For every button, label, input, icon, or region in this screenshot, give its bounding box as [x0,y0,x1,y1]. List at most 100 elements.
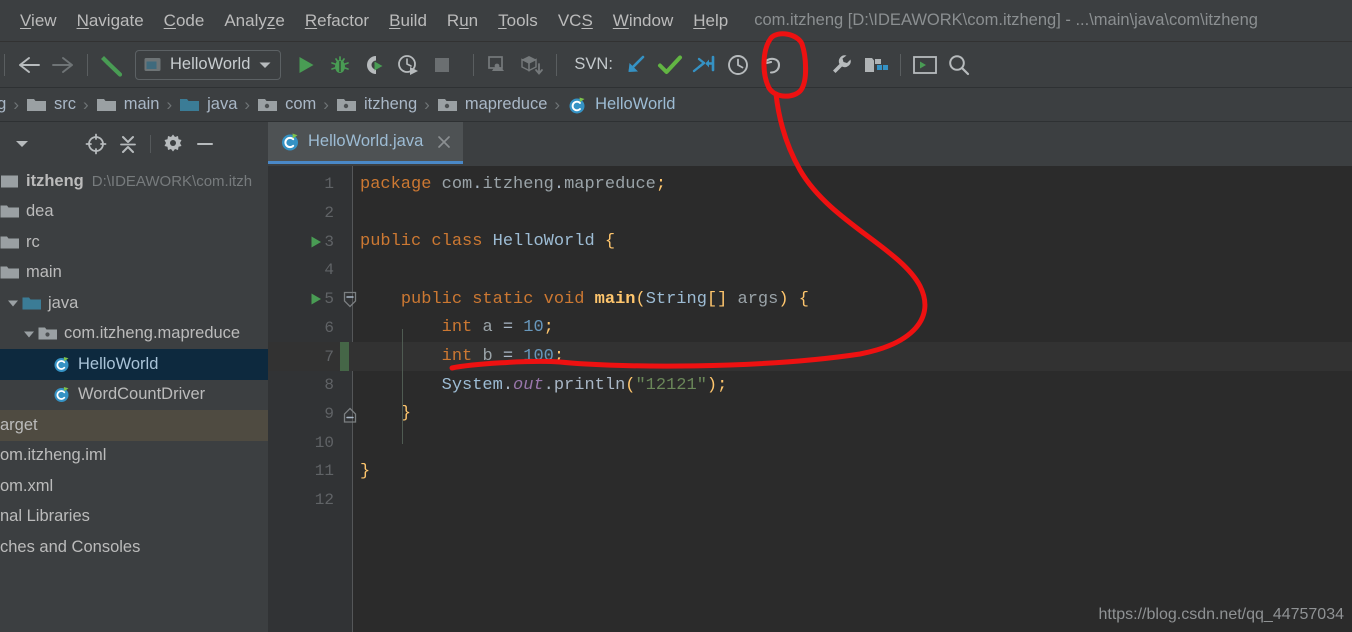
tree-node-dea[interactable]: dea [0,197,268,228]
tree-node-com-itzheng-mapreduce[interactable]: com.itzheng.mapreduce [0,319,268,350]
fold-region-start-icon[interactable] [342,291,362,307]
terminal-button[interactable] [908,48,942,82]
collapse-all-button[interactable] [112,129,144,159]
breadcrumb-item-main[interactable]: main [94,95,162,114]
build-project-button[interactable] [95,48,129,82]
code-editor[interactable]: 1package com.itzheng.mapreduce;23public … [268,166,1352,632]
vcs-change-marker[interactable] [340,342,349,371]
menu-item-run[interactable]: Run [437,8,488,34]
code-line[interactable]: 8 System.out.println("12121"); [268,371,1352,400]
debug-button[interactable] [323,48,357,82]
breadcrumb-item-mapreduce[interactable]: mapreduce [435,95,550,114]
tree-expanded-arrow-icon[interactable] [22,328,36,340]
tree-expand-arrow[interactable] [4,297,22,309]
svn-rollback-undo-icon [760,53,784,77]
gutter-run-icon[interactable] [308,234,324,250]
code-line[interactable]: 3public class HelloWorld { [268,227,1352,256]
menu-item-code[interactable]: Code [154,8,215,34]
tree-node-ches-and-consoles[interactable]: ches and Consoles [0,532,268,563]
breadcrumb-item-label: mapreduce [465,95,548,114]
menu-item-tools[interactable]: Tools [488,8,548,34]
code-line[interactable]: 6 int a = 10; [268,314,1352,343]
breadcrumb-item-src[interactable]: src [24,95,78,114]
project-structure-button[interactable] [859,48,893,82]
run-with-coverage-button[interactable] [357,48,391,82]
tree-node-om-itzheng-iml[interactable]: om.itzheng.iml [0,441,268,472]
settings-button[interactable] [825,48,859,82]
tree-node-java[interactable]: java [0,288,268,319]
line-number: 1 [268,175,334,193]
tree-node-icon [0,264,20,282]
source-root-folder-icon [179,96,201,114]
project-tree[interactable]: itzhengD:\IDEAWORK\com.itzhdea rc mainjava… [0,166,268,632]
code-line[interactable]: 2 [268,199,1352,228]
menu-item-window[interactable]: Window [603,8,683,34]
code-line[interactable]: 5 public static void main(String[] args)… [268,285,1352,314]
stop-button[interactable] [425,48,459,82]
svn-rollback-button[interactable] [755,48,789,82]
run-button[interactable] [289,48,323,82]
tree-node-nal-libraries[interactable]: nal Libraries [0,502,268,533]
menu-item-build[interactable]: Build [379,8,437,34]
search-everywhere-button[interactable] [942,48,976,82]
code-line[interactable]: 4 [268,256,1352,285]
tree-expand-arrow[interactable] [20,328,38,340]
tree-node-icon [0,203,20,221]
svn-history-button[interactable] [721,48,755,82]
tree-expanded-arrow-icon[interactable] [6,297,20,309]
tree-node-label: HelloWorld [78,355,158,374]
run-configuration-selector[interactable]: HelloWorld [135,50,281,80]
profiler-button[interactable] [391,48,425,82]
tree-node-rc[interactable]: rc [0,227,268,258]
back-button[interactable] [12,48,46,82]
project-settings-button[interactable] [157,129,189,159]
breadcrumb-separator: › [244,95,250,115]
forward-button[interactable] [46,48,80,82]
hide-toolwindow-button[interactable] [189,129,221,159]
breadcrumb-item-label: HelloWorld [595,95,675,114]
svn-history-clock-icon [726,53,750,77]
fold-region-end-icon[interactable] [342,406,362,422]
toolbar-divider-3 [473,54,474,76]
tree-node-wordcountdriver[interactable]: WordCountDriver [0,380,268,411]
svn-integrate-button[interactable] [687,48,721,82]
svn-update-button[interactable] [619,48,653,82]
code-line[interactable]: 10 [268,428,1352,457]
menu-item-vcs[interactable]: VCS [548,8,603,34]
update-project-button[interactable] [481,48,515,82]
tree-node-label: rc [26,233,40,252]
menu-item-refactor[interactable]: Refactor [295,8,379,34]
code-line[interactable]: 9 } [268,400,1352,429]
breadcrumb-item-itzheng[interactable]: itzheng [334,95,419,114]
tree-node-main[interactable]: main [0,258,268,289]
code-line[interactable]: 7 int b = 100; [268,342,1352,371]
code-line[interactable]: 1package com.itzheng.mapreduce; [268,170,1352,199]
breadcrumb-item-label: src [54,95,76,114]
svn-label: SVN: [574,55,613,74]
menu-item-analyze[interactable]: Analyze [214,8,295,34]
menu-item-view[interactable]: View [10,8,67,34]
gutter-run-icon[interactable] [308,291,324,307]
editor-tab-helloworld[interactable]: HelloWorld.java [268,122,463,164]
locate-file-button[interactable] [80,129,112,159]
run-play-icon [295,54,317,76]
stop-square-icon [432,55,452,75]
tree-node-helloworld[interactable]: HelloWorld [0,349,268,380]
svn-commit-button[interactable] [653,48,687,82]
menu-item-help[interactable]: Help [683,8,738,34]
breadcrumb-item-com[interactable]: com [255,95,318,114]
tree-node-arget[interactable]: arget [0,410,268,441]
compare-with-branch-button[interactable] [515,48,549,82]
breadcrumb-item-java[interactable]: java [177,95,239,114]
menu-item-navigate[interactable]: Navigate [67,8,154,34]
code-line[interactable]: 11} [268,457,1352,486]
breadcrumb-item-helloworld[interactable]: HelloWorld [565,95,677,114]
tree-node-label: arget [0,416,38,435]
tree-node-om-xml[interactable]: om.xml [0,471,268,502]
code-line[interactable]: 12 [268,486,1352,515]
tree-node-itzheng[interactable]: itzhengD:\IDEAWORK\com.itzh [0,166,268,197]
project-view-chevron-button[interactable] [6,129,38,159]
tree-node-icon [0,172,20,190]
breadcrumb-item-ng[interactable]: ng [0,95,8,114]
editor-code-area[interactable]: 1package com.itzheng.mapreduce;23public … [268,166,1352,632]
